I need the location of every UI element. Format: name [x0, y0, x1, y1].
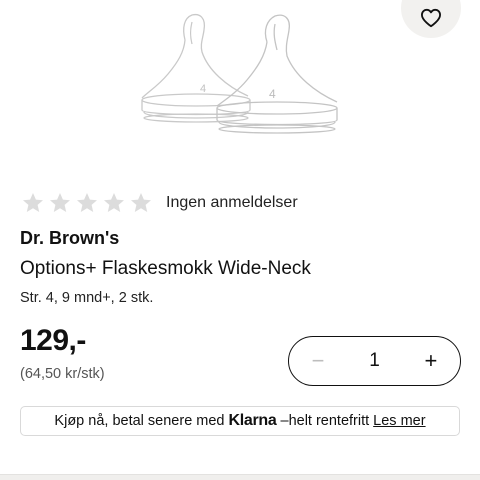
star-icon [131, 193, 151, 212]
section-divider [0, 474, 480, 480]
star-icon [77, 193, 97, 212]
klarna-banner[interactable]: Kjøp nå, betal senere med Klarna –helt r… [20, 406, 460, 436]
star-icon [23, 193, 43, 212]
rating[interactable]: Ingen anmeldelser [20, 191, 298, 215]
quantity-stepper[interactable]: − 1 + [288, 336, 461, 386]
nipple-size-mark-right: 4 [269, 87, 276, 101]
star-icon [104, 193, 124, 212]
quantity-value[interactable]: 1 [369, 350, 380, 372]
rating-label[interactable]: Ingen anmeldelser [166, 194, 298, 212]
wishlist-button[interactable] [401, 0, 461, 38]
product-title: Options+ Flaskesmokk Wide-Neck [20, 258, 311, 279]
klarna-text-after: –helt rentefritt [280, 413, 370, 429]
unit-price: (64,50 kr/stk) [20, 366, 105, 382]
product-price: 129,- [20, 324, 86, 357]
star-icon [50, 193, 70, 212]
product-variant: Str. 4, 9 mnd+, 2 stk. [20, 290, 154, 306]
product-image-area: 4 4 [0, 0, 480, 160]
plus-icon[interactable]: + [420, 350, 442, 372]
product-image-nipple-right: 4 [216, 14, 338, 134]
minus-icon[interactable]: − [307, 350, 329, 372]
rating-stars [20, 191, 154, 215]
klarna-read-more-link[interactable]: Les mer [373, 413, 425, 429]
heart-icon [420, 8, 441, 28]
klarna-text-before: Kjøp nå, betal senere med [54, 413, 225, 429]
klarna-logo: Klarna [228, 412, 277, 429]
product-brand[interactable]: Dr. Brown's [20, 228, 119, 249]
